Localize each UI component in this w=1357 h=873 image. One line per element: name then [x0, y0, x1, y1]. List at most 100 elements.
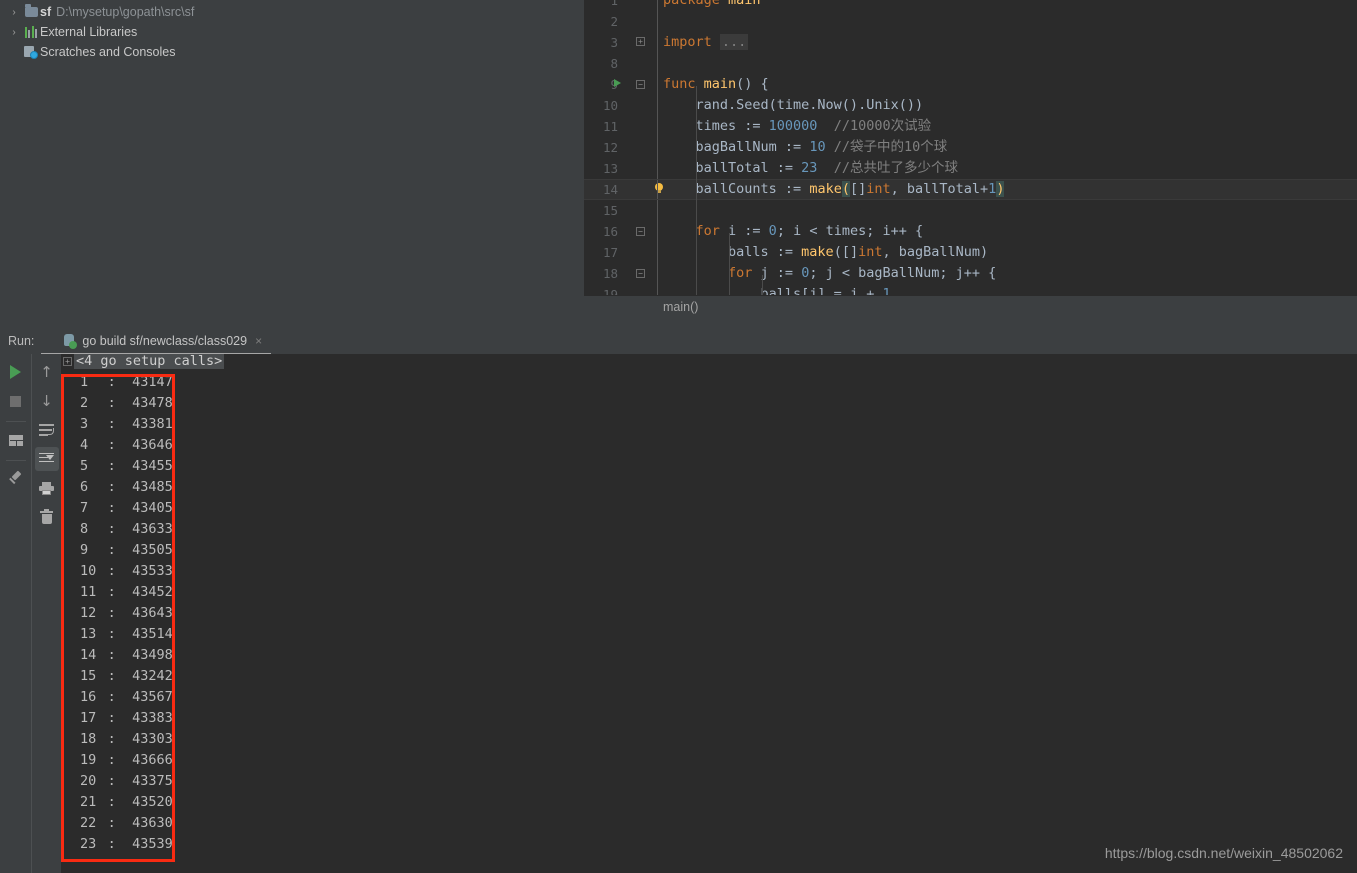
output-index: 14: [80, 647, 97, 663]
output-value: 43381: [132, 416, 173, 432]
breadcrumb-main[interactable]: main(): [663, 300, 698, 314]
output-index: 16: [80, 689, 97, 705]
close-icon[interactable]: ×: [255, 335, 262, 347]
code-line[interactable]: 11 times := 100000 //10000次试验: [584, 116, 1357, 137]
expand-arrow-icon[interactable]: ›: [6, 27, 22, 38]
code-text: import ...: [663, 32, 749, 53]
tree-item-scratches-and-consoles[interactable]: Scratches and Consoles: [0, 42, 584, 62]
arrow-down-icon: ↓: [40, 391, 53, 410]
output-value: 43630: [132, 815, 173, 831]
code-line[interactable]: 3 + import ...: [584, 32, 1357, 53]
code-token: []: [841, 244, 859, 260]
gutter-separator: [657, 242, 658, 263]
fold-expand-icon[interactable]: +: [636, 37, 645, 46]
scroll-to-end-button[interactable]: [34, 447, 59, 471]
output-value: 43478: [132, 395, 173, 411]
output-separator: :: [107, 563, 133, 579]
gutter-run-icon[interactable]: [614, 79, 621, 87]
expand-arrow-icon[interactable]: ›: [6, 7, 22, 18]
console-output-line: 20: 43375: [61, 771, 1357, 792]
code-line[interactable]: 8: [584, 53, 1357, 74]
code-token: 10: [809, 139, 826, 155]
code-line[interactable]: 12 bagBallNum := 10 //袋子中的10个球: [584, 137, 1357, 158]
pin-tab-button[interactable]: [4, 467, 28, 491]
code-line[interactable]: 16 − for i := 0; i < times; i++ {: [584, 221, 1357, 242]
code-token: balls :=: [663, 244, 802, 260]
code-token: ; j < bagBallNum; j++ {: [809, 265, 997, 281]
code-line[interactable]: 13 ballTotal := 23 //总共吐了多少个球: [584, 158, 1357, 179]
console-output-line: 5: 43455: [61, 456, 1357, 477]
console-output-line: 8: 43633: [61, 519, 1357, 540]
code-line[interactable]: 10 rand.Seed(time.Now().Unix()): [584, 95, 1357, 116]
code-line[interactable]: 2: [584, 11, 1357, 32]
fold-collapse-icon[interactable]: −: [636, 269, 645, 278]
console-output-line: 7: 43405: [61, 498, 1357, 519]
console-output-line: 21: 43520: [61, 792, 1357, 813]
output-index: 9: [80, 542, 89, 558]
indent-guide: [696, 86, 697, 317]
gutter-separator: [657, 137, 658, 158]
fold-collapse-icon[interactable]: −: [636, 80, 645, 89]
stop-icon: [10, 395, 21, 407]
up-button[interactable]: ↑: [35, 360, 59, 384]
output-index: 10: [80, 563, 97, 579]
folder-icon: [22, 4, 40, 17]
fold-collapse-icon[interactable]: −: [636, 227, 645, 236]
console-output-line: 13: 43514: [61, 624, 1357, 645]
code-text: package main: [663, 0, 761, 11]
code-token: times :=: [663, 118, 769, 134]
output-separator: :: [107, 815, 133, 831]
output-index: 12: [80, 605, 97, 621]
output-value: 43405: [132, 500, 173, 516]
code-editor[interactable]: 1 package main 2 3 + import ... 8 9− func main()…: [584, 0, 1357, 328]
run-tab[interactable]: go build sf/newclass/class029 ×: [62, 329, 262, 353]
rerun-button[interactable]: [4, 360, 28, 384]
code-line[interactable]: 14 ballCounts := make([]int, ballTotal+1…: [584, 179, 1357, 200]
code-token: import: [663, 34, 720, 50]
fold-expand-icon[interactable]: +: [63, 356, 72, 366]
code-line[interactable]: 17 balls := make([]int, bagBallNum): [584, 242, 1357, 263]
code-token: 100000: [768, 118, 818, 134]
line-number: 11: [602, 119, 618, 134]
output-index: 1: [80, 374, 89, 390]
console-output-line: 4: 43646: [61, 435, 1357, 456]
watermark: https://blog.csdn.net/weixin_48502062: [1104, 845, 1343, 861]
tree-item-external-libraries[interactable]: › External Libraries: [0, 22, 584, 42]
code-text: bagBallNum := 10 //袋子中的10个球: [663, 137, 948, 158]
run-tab-title: go build sf/newclass/class029: [82, 334, 248, 348]
output-separator: :: [107, 605, 133, 621]
output-separator: :: [107, 731, 133, 747]
output-index: 5: [80, 458, 89, 474]
clear-all-button[interactable]: [35, 505, 59, 529]
down-button[interactable]: ↓: [35, 389, 59, 413]
console-output-line: 11: 43452: [61, 582, 1357, 603]
console-output[interactable]: + <4 go setup calls> 1: 43147 2: 43478 3: 43…: [61, 354, 1357, 873]
soft-wrap-button[interactable]: [35, 418, 59, 442]
output-value: 43242: [132, 668, 173, 684]
code-text: func main() {: [663, 74, 769, 95]
arrow-up-icon: ↑: [40, 362, 53, 381]
code-line[interactable]: 1 package main: [584, 0, 1357, 11]
run-tool-window-header: Run: go build sf/newclass/class029 ×: [0, 328, 1357, 355]
run-tool-window: Run: go build sf/newclass/class029 × ↑ ↓…: [0, 328, 1357, 873]
code-line[interactable]: 15: [584, 200, 1357, 221]
layout-button[interactable]: [4, 428, 28, 452]
console-output-line: 17: 43383: [61, 708, 1357, 729]
output-separator: :: [107, 773, 133, 789]
code-token: ; i < times; i++ {: [776, 223, 924, 239]
gutter-separator: [657, 95, 658, 116]
console-setup-line[interactable]: + <4 go setup calls>: [61, 354, 1357, 372]
code-line[interactable]: 18 − for j := 0; j < bagBallNum; j++ {: [584, 263, 1357, 284]
code-lines[interactable]: 1 package main 2 3 + import ... 8 9− func main()…: [584, 0, 1357, 317]
run-toolbar-right: ↑ ↓: [31, 354, 61, 873]
stop-button[interactable]: [4, 389, 28, 413]
code-token: rand.Seed(time.Now().Unix()): [663, 97, 924, 113]
line-number: 8: [610, 56, 618, 71]
output-separator: :: [107, 710, 133, 726]
output-index: 8: [80, 521, 89, 537]
print-button[interactable]: [35, 476, 59, 500]
code-line[interactable]: 9 − func main() {: [584, 74, 1357, 95]
tree-item-scratches-label: Scratches and Consoles: [40, 45, 176, 59]
tree-item-sf[interactable]: › sf D:\mysetup\gopath\src\sf: [0, 2, 584, 22]
